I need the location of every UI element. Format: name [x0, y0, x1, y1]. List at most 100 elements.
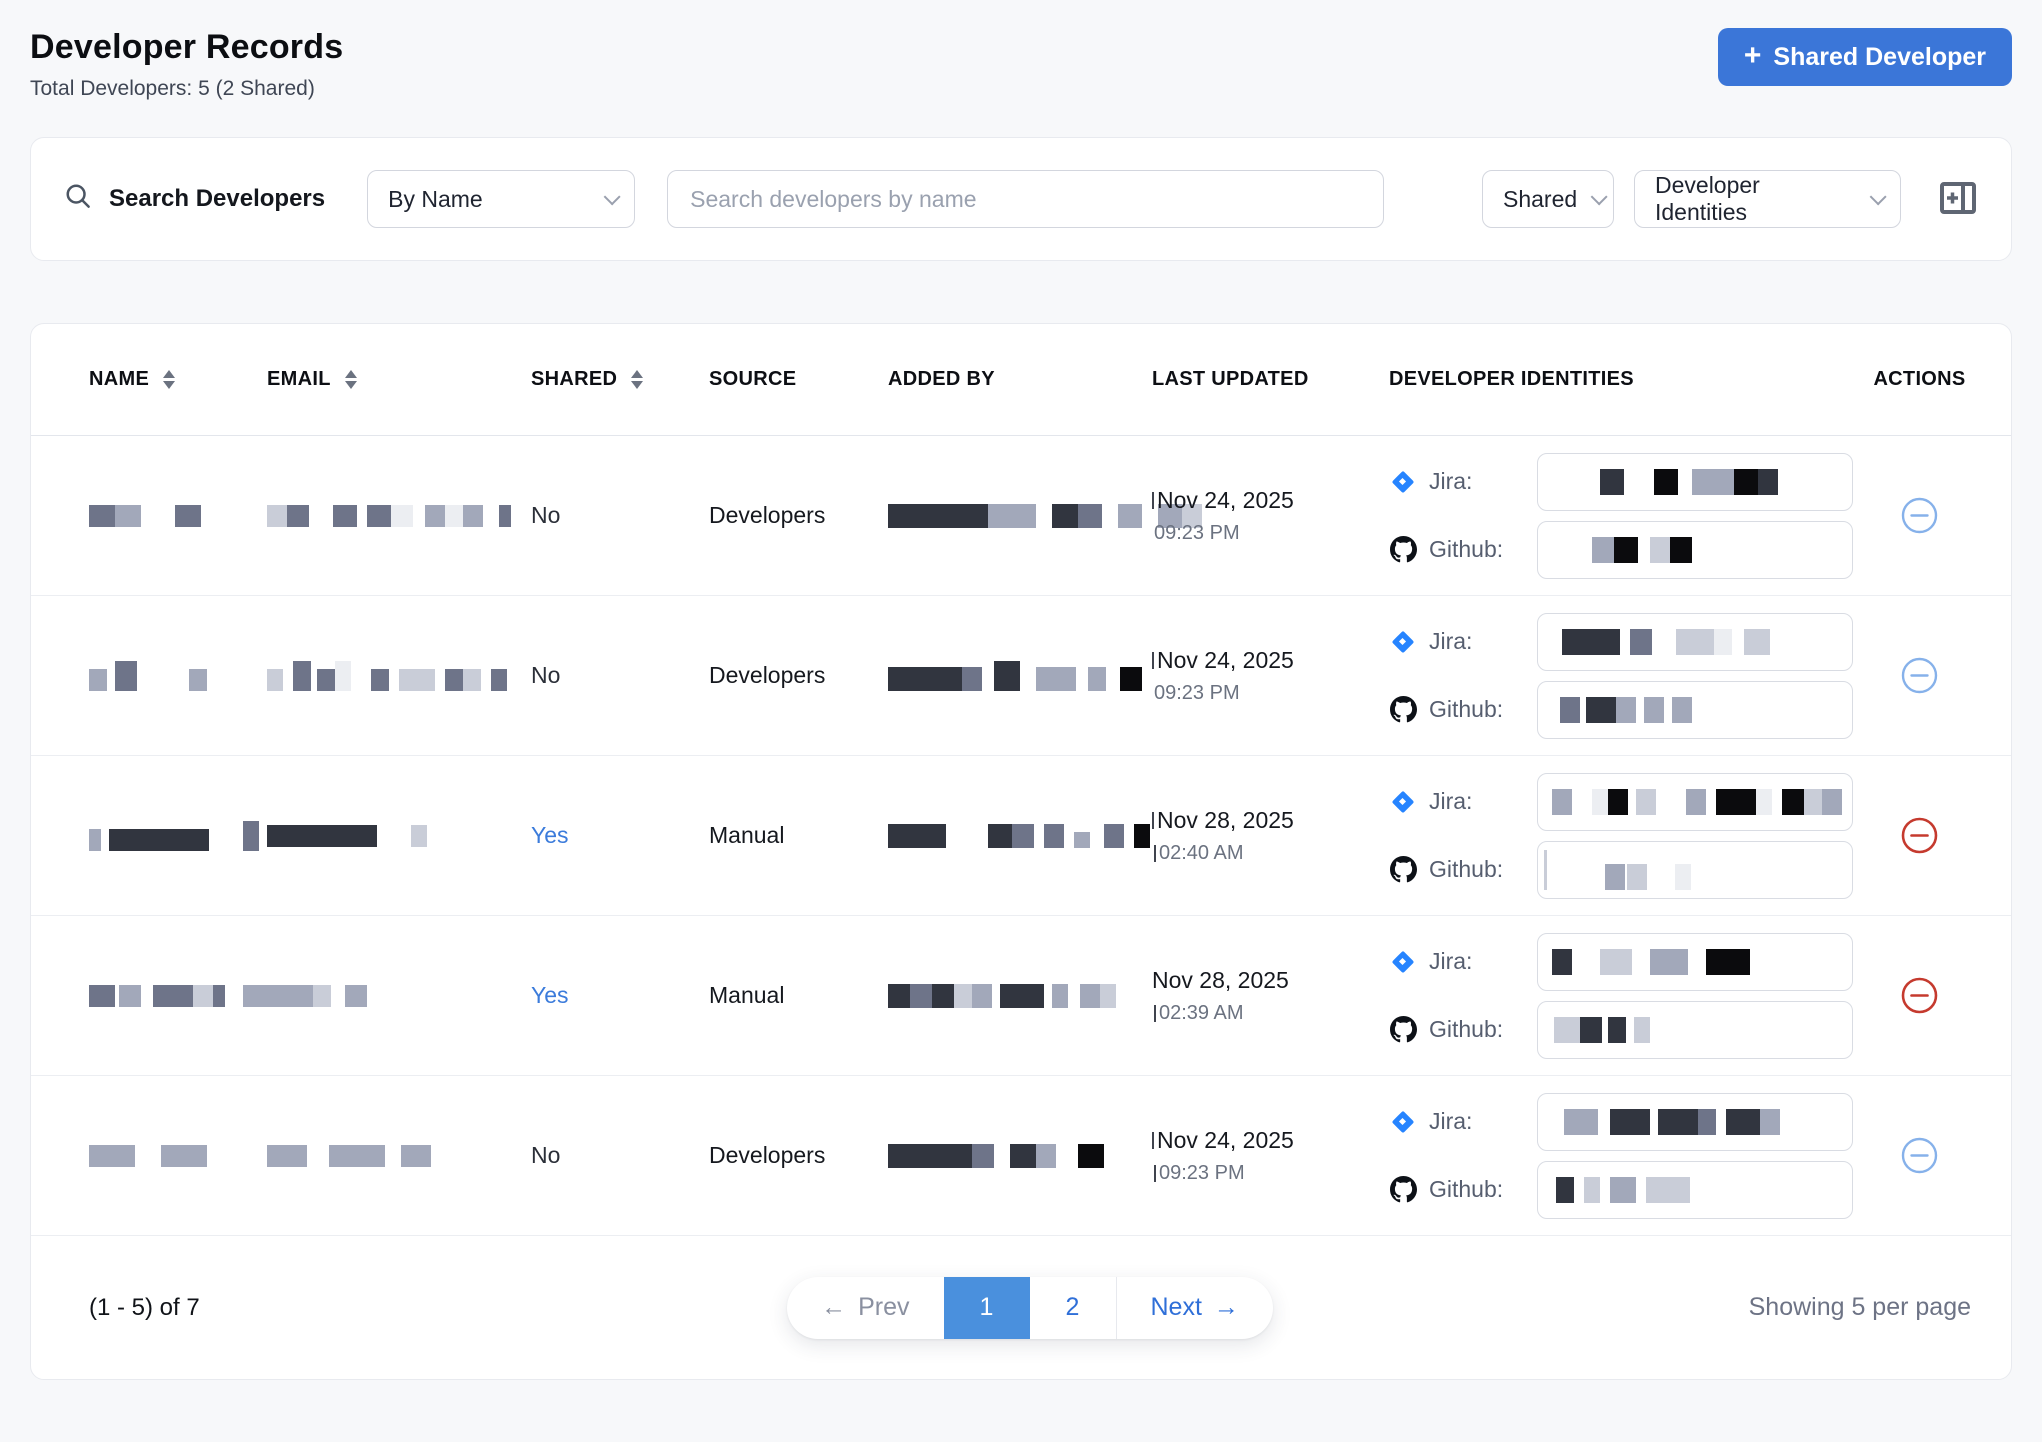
chevron-down-icon: [1870, 188, 1887, 205]
sort-icon[interactable]: [163, 370, 175, 389]
remove-developer-button[interactable]: [1901, 497, 1938, 534]
column-header-shared[interactable]: SHARED: [531, 368, 709, 391]
redacted-email: [267, 505, 531, 527]
jira-label: Jira:: [1429, 788, 1537, 815]
next-page-button[interactable]: Next →: [1117, 1277, 1273, 1339]
last-updated-cell: Nov 24, 2025 09:23 PM: [1152, 647, 1389, 705]
source-value: Manual: [709, 982, 888, 1009]
actions-cell: [1866, 817, 1973, 854]
jira-icon: [1389, 789, 1417, 815]
column-header-added-by: ADDED BY: [888, 368, 1152, 391]
remove-developer-button[interactable]: [1901, 817, 1938, 854]
identities-filter-select[interactable]: Developer Identities: [1634, 170, 1901, 228]
github-identity-box[interactable]: [1537, 1161, 1853, 1219]
search-developers-text: Search Developers: [109, 185, 325, 213]
github-identity-box[interactable]: [1537, 521, 1853, 579]
source-value: Manual: [709, 822, 888, 849]
jira-identity-box[interactable]: [1537, 933, 1853, 991]
page-button-2[interactable]: 2: [1030, 1277, 1116, 1339]
remove-developer-button[interactable]: [1901, 657, 1938, 694]
shared-value: No: [531, 662, 709, 689]
redaction-tick: [1152, 652, 1154, 669]
remove-developer-button[interactable]: [1901, 1137, 1938, 1174]
column-header-developer-identities: DEVELOPER IDENTITIES: [1389, 368, 1866, 391]
jira-icon: [1389, 629, 1417, 655]
topbar: Developer Records Total Developers: 5 (2…: [30, 28, 2012, 101]
sort-icon[interactable]: [631, 370, 643, 389]
per-page-label: Showing 5 per page: [1749, 1293, 1971, 1322]
actions-cell: [1866, 1137, 1973, 1174]
redacted-email: [267, 1145, 531, 1167]
jira-identity-line: Jira:: [1389, 613, 1866, 671]
shared-value: Yes: [531, 982, 709, 1009]
github-icon: [1389, 1176, 1417, 1203]
column-header-name[interactable]: NAME: [89, 368, 267, 391]
redacted-name: [89, 661, 267, 691]
jira-icon: [1389, 469, 1417, 495]
add-shared-developer-label: Shared Developer: [1773, 43, 1986, 72]
shared-value: No: [531, 502, 709, 529]
last-updated-cell: Nov 28, 2025 02:39 AM: [1152, 967, 1389, 1025]
jira-identity-box[interactable]: [1537, 773, 1853, 831]
github-identity-line: Github:: [1389, 521, 1866, 579]
remove-developer-button[interactable]: [1901, 977, 1938, 1014]
redaction-tick: [1152, 492, 1154, 509]
github-identity-box[interactable]: [1537, 841, 1853, 899]
github-identity-box[interactable]: [1537, 681, 1853, 739]
jira-identity-line: Jira:: [1389, 453, 1866, 511]
jira-identity-box[interactable]: [1537, 453, 1853, 511]
redaction-tick: [1152, 812, 1154, 829]
add-column-button[interactable]: [1937, 177, 1979, 222]
pagination-range: (1 - 5) of 7: [89, 1294, 787, 1322]
table-row: Yes Manual Nov 28, 2025 02:39 AM Jira:: [31, 916, 2011, 1076]
github-identity-line: Github:: [1389, 1161, 1866, 1219]
page-button-1[interactable]: 1: [944, 1277, 1030, 1339]
filter-right-group: Shared Developer Identities: [1482, 170, 1979, 228]
shared-filter-value: Shared: [1503, 186, 1577, 213]
actions-cell: [1866, 497, 1973, 534]
github-icon: [1389, 696, 1417, 723]
last-updated-cell: Nov 24, 2025 09:23 PM: [1152, 487, 1389, 545]
jira-label: Jira:: [1429, 948, 1537, 975]
actions-cell: [1866, 657, 1973, 694]
prev-page-button[interactable]: ← Prev: [787, 1277, 943, 1339]
table-row: No Developers Nov 24, 2025 09:23 PM Jira…: [31, 1076, 2011, 1236]
search-icon: [63, 181, 93, 218]
actions-cell: [1866, 977, 1973, 1014]
developer-identities-cell: Jira: Github:: [1389, 453, 1866, 579]
search-by-select[interactable]: By Name: [367, 170, 635, 228]
column-header-actions: ACTIONS: [1866, 368, 1973, 391]
shared-filter-select[interactable]: Shared: [1482, 170, 1614, 228]
github-identity-box[interactable]: [1537, 1001, 1853, 1059]
developer-table: NAME EMAIL SHARED SOURCE ADDED BY LAST U…: [30, 323, 2012, 1380]
jira-identity-line: Jira:: [1389, 773, 1866, 831]
search-developers-label: Search Developers: [63, 181, 325, 218]
github-icon: [1389, 856, 1417, 883]
redacted-added-by: [888, 824, 1152, 848]
developer-identities-cell: Jira: Github:: [1389, 933, 1866, 1059]
column-header-email[interactable]: EMAIL: [267, 368, 531, 391]
redaction-tick: [1152, 1132, 1154, 1149]
table-row: Yes Manual Nov 28, 2025 02:40 AM Jira:: [31, 756, 2011, 916]
column-header-last-updated: LAST UPDATED: [1152, 368, 1389, 391]
column-header-source: SOURCE: [709, 368, 888, 391]
github-identity-line: Github:: [1389, 1001, 1866, 1059]
jira-identity-box[interactable]: [1537, 613, 1853, 671]
redaction-tick: [1154, 1005, 1156, 1022]
add-shared-developer-button[interactable]: + Shared Developer: [1718, 28, 2012, 86]
last-updated-cell: Nov 28, 2025 02:40 AM: [1152, 807, 1389, 865]
pagination-bar: (1 - 5) of 7 ← Prev 1 2 Next → Showing 5…: [31, 1236, 2011, 1379]
github-identity-line: Github:: [1389, 841, 1866, 899]
table-row: No Developers Nov 24, 2025 09:23 PM Jira…: [31, 436, 2011, 596]
redacted-email: [267, 825, 531, 847]
jira-identity-box[interactable]: [1537, 1093, 1853, 1151]
developer-identities-cell: Jira: Github:: [1389, 773, 1866, 899]
github-label: Github:: [1429, 1176, 1537, 1203]
search-input[interactable]: [667, 170, 1384, 228]
github-label: Github:: [1429, 696, 1537, 723]
arrow-left-icon: ←: [821, 1293, 846, 1322]
developer-records-page: Developer Records Total Developers: 5 (2…: [0, 0, 2042, 1380]
sort-icon[interactable]: [345, 370, 357, 389]
github-label: Github:: [1429, 536, 1537, 563]
source-value: Developers: [709, 662, 888, 689]
